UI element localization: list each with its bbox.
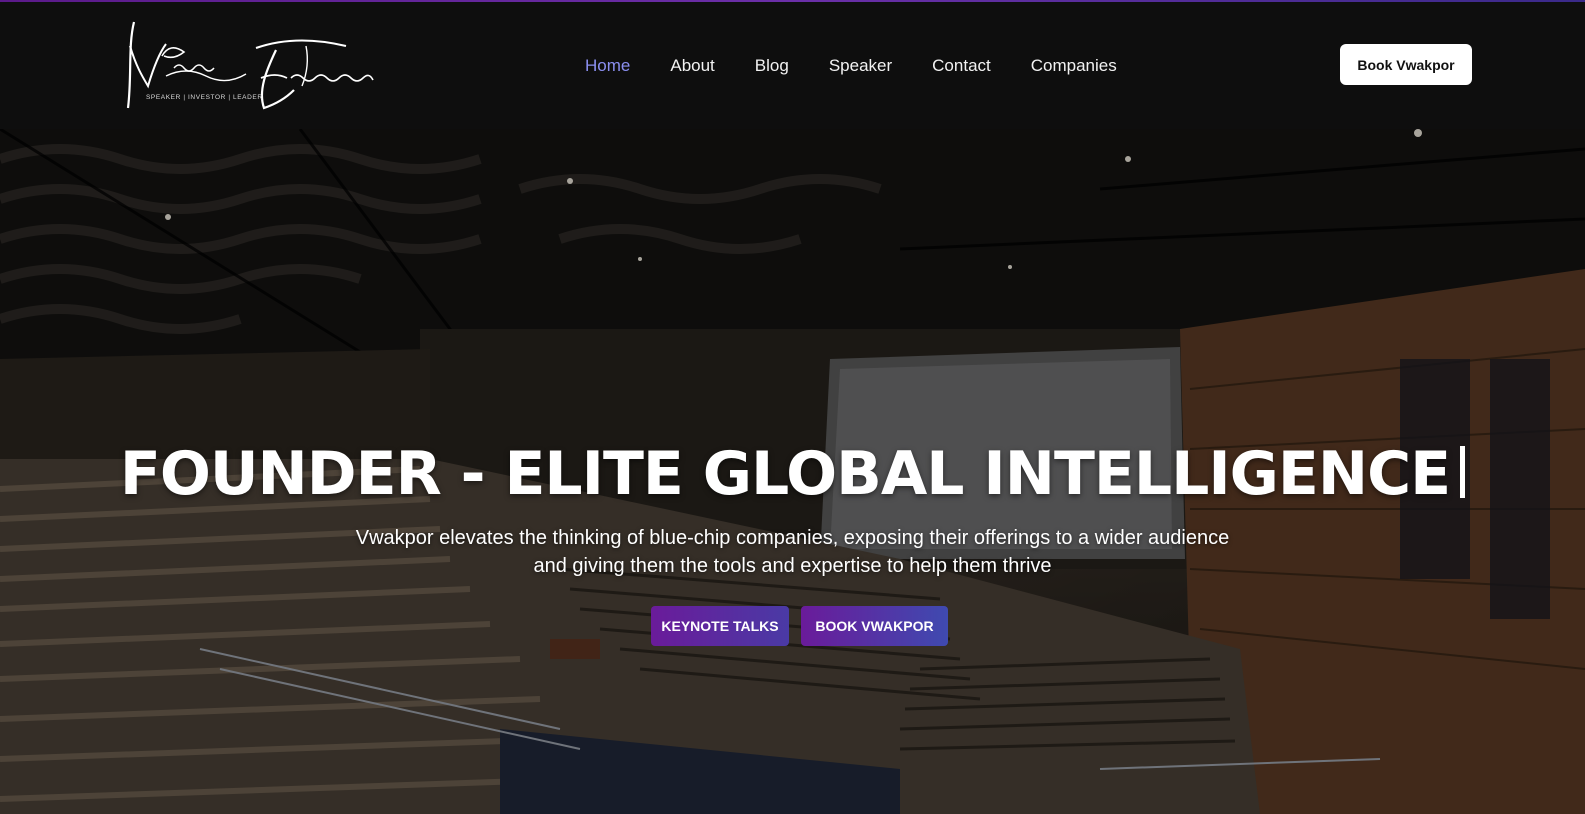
nav-item-companies[interactable]: Companies <box>1031 52 1117 80</box>
nav-item-blog[interactable]: Blog <box>755 52 789 80</box>
brand-tagline: SPEAKER | INVESTOR | LEADER <box>146 94 263 101</box>
main-nav: Home About Blog Speaker Contact Companie… <box>585 52 1157 80</box>
typing-caret <box>1460 446 1466 499</box>
hero-title-text: FOUNDER - ELITE GLOBAL INTELLIGENCE <box>119 439 1451 510</box>
keynote-talks-button[interactable]: KEYNOTE TALKS <box>651 606 789 646</box>
page: SPEAKER | INVESTOR | LEADER Home About B… <box>0 0 1585 814</box>
nav-item-contact[interactable]: Contact <box>932 52 991 80</box>
hero-section: FOUNDER - ELITE GLOBAL INTELLIGENCE Vwak… <box>0 129 1585 814</box>
nav-item-home[interactable]: Home <box>585 52 630 80</box>
book-vwakpor-cta-button[interactable]: BOOK VWAKPOR <box>801 606 948 646</box>
site-header: SPEAKER | INVESTOR | LEADER Home About B… <box>0 2 1585 129</box>
nav-item-speaker[interactable]: Speaker <box>829 52 892 80</box>
book-vwakpor-button[interactable]: Book Vwakpor <box>1340 44 1472 85</box>
signature-logo-icon <box>126 21 374 110</box>
brand-logo[interactable]: SPEAKER | INVESTOR | LEADER <box>126 16 386 116</box>
hero-title: FOUNDER - ELITE GLOBAL INTELLIGENCE <box>0 439 1585 509</box>
nav-item-about[interactable]: About <box>670 52 714 80</box>
hero-subtitle: Vwakpor elevates the thinking of blue-ch… <box>355 527 1230 577</box>
